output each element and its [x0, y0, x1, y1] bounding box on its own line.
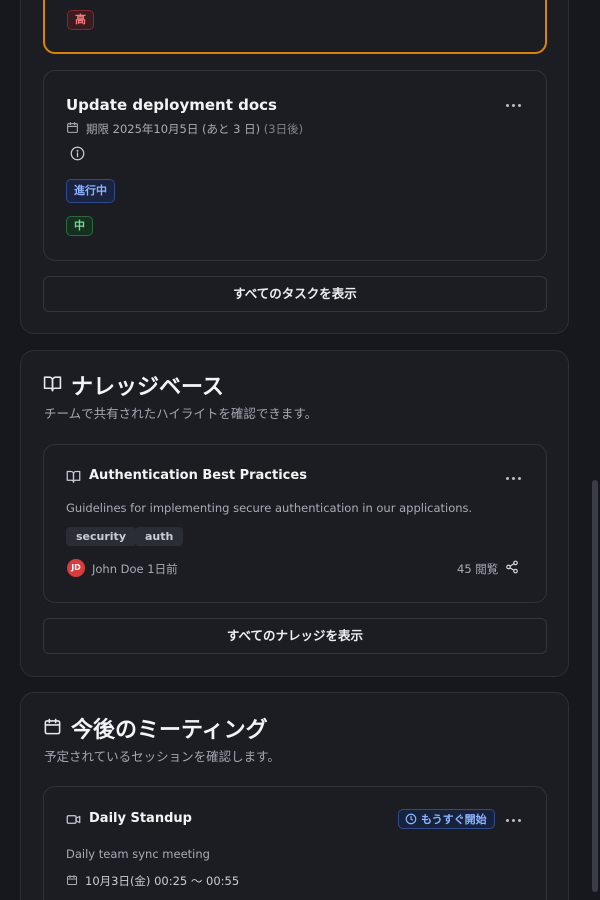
calendar-icon	[44, 718, 61, 735]
scrollbar-track[interactable]	[590, 0, 600, 900]
scrollbar-thumb[interactable]	[592, 480, 598, 892]
task-more-menu-icon[interactable]	[504, 98, 524, 112]
knowledge-title: ナレッジベース	[71, 375, 224, 400]
meeting-time: 10月3日(金) 00:25 〜 00:55	[85, 874, 240, 888]
knowledge-article-card[interactable]: Authentication Best Practices Guidelines…	[43, 444, 547, 603]
article-title[interactable]: Authentication Best Practices	[89, 468, 307, 483]
share-icon[interactable]	[505, 560, 519, 574]
meeting-more-menu-icon[interactable]	[504, 813, 524, 827]
starting-soon-badge: もうすぐ開始	[398, 809, 495, 829]
tag-security[interactable]: security	[66, 527, 136, 546]
calendar-icon	[67, 875, 77, 885]
calendar-icon	[67, 122, 78, 133]
task-card[interactable]: Update deployment docs 期限 2025年10月5日 (あと…	[43, 70, 547, 261]
meeting-title[interactable]: Daily Standup	[89, 811, 192, 826]
book-open-icon	[66, 470, 81, 483]
task-card-highlighted[interactable]: 高	[43, 0, 547, 54]
tag-auth[interactable]: auth	[135, 527, 184, 546]
priority-badge-high: 高	[67, 10, 94, 30]
meeting-card[interactable]: Daily Standup もうすぐ開始 Daily team sync mee…	[43, 786, 547, 900]
info-icon[interactable]	[70, 146, 85, 161]
task-title: Update deployment docs	[66, 96, 277, 114]
video-icon	[66, 815, 81, 824]
tasks-section: 高 Update deployment docs 期限 2025年10月5日 (…	[20, 0, 569, 334]
meetings-subtitle: 予定されているセッションを確認します。	[44, 749, 280, 764]
meetings-section: 今後のミーティング 予定されているセッションを確認します。 Daily Stan…	[20, 692, 569, 900]
view-all-knowledge-button[interactable]: すべてのナレッジを表示	[43, 618, 547, 654]
article-author-meta: John Doe 1日前	[92, 562, 178, 576]
knowledge-subtitle: チームで共有されたハイライトを確認できます。	[44, 406, 318, 421]
knowledge-section: ナレッジベース チームで共有されたハイライトを確認できます。 Authentic…	[20, 350, 569, 677]
author-avatar: JD	[67, 559, 85, 577]
view-all-tasks-button[interactable]: すべてのタスクを表示	[43, 276, 547, 312]
priority-badge-medium: 中	[66, 216, 93, 236]
meetings-title: 今後のミーティング	[71, 718, 268, 743]
article-description: Guidelines for implementing secure authe…	[66, 501, 473, 515]
task-due-date: 期限 2025年10月5日 (あと 3 日) (3日後)	[86, 121, 303, 137]
article-more-menu-icon[interactable]	[504, 471, 524, 485]
book-open-icon	[43, 376, 62, 392]
dashboard-page: 高 Update deployment docs 期限 2025年10月5日 (…	[0, 0, 600, 900]
clock-icon	[405, 813, 417, 825]
meeting-description: Daily team sync meeting	[66, 847, 210, 861]
status-badge-in-progress: 進行中	[66, 179, 115, 203]
task-due-label: 期限 2025年10月5日 (あと 3 日)	[86, 122, 261, 136]
starting-soon-label: もうすぐ開始	[421, 813, 487, 826]
article-views: 45 閲覧	[457, 562, 499, 576]
task-due-relative: (3日後)	[263, 122, 304, 136]
